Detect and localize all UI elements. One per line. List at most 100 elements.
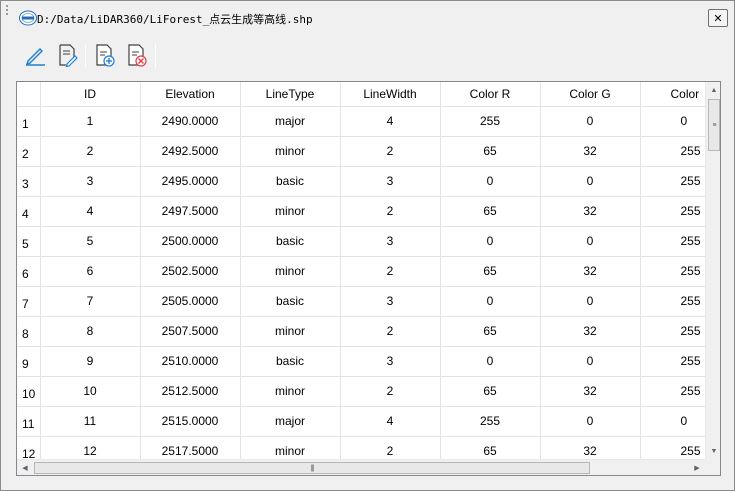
cell-color-b[interactable]: 255 xyxy=(640,226,705,257)
cell-linetype[interactable]: basic xyxy=(240,226,341,257)
cell-elevation[interactable]: 2507.5000 xyxy=(140,316,241,347)
cell-linewidth[interactable]: 2 xyxy=(340,196,441,227)
cell-color-g[interactable]: 32 xyxy=(540,136,641,167)
table-row[interactable]: 10 10 2512.5000 minor 2 65 32 255 xyxy=(17,376,705,407)
cell-elevation[interactable]: 2502.5000 xyxy=(140,256,241,287)
cell-color-r[interactable]: 65 xyxy=(440,436,541,459)
cell-linetype[interactable]: minor xyxy=(240,136,341,167)
vertical-scrollbar[interactable]: ▲ ≡ ▼ xyxy=(705,82,720,459)
table-row[interactable]: 1 1 2490.0000 major 4 255 0 0 xyxy=(17,106,705,137)
cell-color-b[interactable]: 255 xyxy=(640,316,705,347)
cell-linetype[interactable]: major xyxy=(240,406,341,437)
add-field-button[interactable] xyxy=(93,43,117,67)
cell-linewidth[interactable]: 3 xyxy=(340,226,441,257)
column-header-color-b[interactable]: Color xyxy=(640,82,705,107)
cell-color-g[interactable]: 0 xyxy=(540,286,641,317)
table-row[interactable]: 11 11 2515.0000 major 4 255 0 0 xyxy=(17,406,705,437)
cell-linewidth[interactable]: 4 xyxy=(340,106,441,137)
table-row[interactable]: 12 12 2517.5000 minor 2 65 32 255 xyxy=(17,436,705,459)
row-header[interactable]: 8 xyxy=(17,316,41,347)
cell-color-g[interactable]: 32 xyxy=(540,196,641,227)
table-row[interactable]: 6 6 2502.5000 minor 2 65 32 255 xyxy=(17,256,705,287)
cell-linetype[interactable]: basic xyxy=(240,346,341,377)
cell-color-r[interactable]: 255 xyxy=(440,106,541,137)
cell-color-b[interactable]: 0 xyxy=(640,406,705,437)
column-header-color-r[interactable]: Color R xyxy=(440,82,541,107)
cell-color-r[interactable]: 65 xyxy=(440,136,541,167)
table-row[interactable]: 3 3 2495.0000 basic 3 0 0 255 xyxy=(17,166,705,197)
cell-linetype[interactable]: minor xyxy=(240,376,341,407)
cell-elevation[interactable]: 2517.5000 xyxy=(140,436,241,459)
cell-linetype[interactable]: basic xyxy=(240,286,341,317)
cell-id[interactable]: 2 xyxy=(40,136,141,167)
cell-elevation[interactable]: 2492.5000 xyxy=(140,136,241,167)
cell-color-r[interactable]: 0 xyxy=(440,166,541,197)
delete-field-button[interactable] xyxy=(125,43,149,67)
cell-id[interactable]: 11 xyxy=(40,406,141,437)
row-header[interactable]: 9 xyxy=(17,346,41,377)
close-button[interactable]: ✕ xyxy=(708,9,728,27)
cell-color-r[interactable]: 65 xyxy=(440,376,541,407)
cell-color-b[interactable]: 0 xyxy=(640,106,705,137)
cell-color-b[interactable]: 255 xyxy=(640,436,705,459)
cell-color-b[interactable]: 255 xyxy=(640,166,705,197)
cell-color-r[interactable]: 0 xyxy=(440,346,541,377)
cell-color-b[interactable]: 255 xyxy=(640,136,705,167)
cell-elevation[interactable]: 2505.0000 xyxy=(140,286,241,317)
cell-elevation[interactable]: 2512.5000 xyxy=(140,376,241,407)
cell-color-r[interactable]: 0 xyxy=(440,286,541,317)
cell-linewidth[interactable]: 2 xyxy=(340,376,441,407)
horizontal-scrollbar[interactable]: ◀ ||| ▶ xyxy=(17,459,705,475)
cell-linewidth[interactable]: 3 xyxy=(340,346,441,377)
cell-linewidth[interactable]: 4 xyxy=(340,406,441,437)
cell-color-b[interactable]: 255 xyxy=(640,286,705,317)
edit-attributes-button[interactable] xyxy=(55,43,79,67)
row-header[interactable]: 4 xyxy=(17,196,41,227)
cell-id[interactable]: 6 xyxy=(40,256,141,287)
cell-id[interactable]: 5 xyxy=(40,226,141,257)
scroll-right-arrow-icon[interactable]: ▶ xyxy=(689,460,705,475)
row-header[interactable]: 5 xyxy=(17,226,41,257)
cell-color-b[interactable]: 255 xyxy=(640,256,705,287)
cell-color-g[interactable]: 0 xyxy=(540,346,641,377)
row-header[interactable]: 3 xyxy=(17,166,41,197)
cell-elevation[interactable]: 2515.0000 xyxy=(140,406,241,437)
cell-linetype[interactable]: major xyxy=(240,106,341,137)
cell-linewidth[interactable]: 3 xyxy=(340,286,441,317)
table-row[interactable]: 5 5 2500.0000 basic 3 0 0 255 xyxy=(17,226,705,257)
vertical-scroll-thumb[interactable]: ≡ xyxy=(708,99,720,151)
cell-color-g[interactable]: 0 xyxy=(540,226,641,257)
cell-elevation[interactable]: 2490.0000 xyxy=(140,106,241,137)
table-row[interactable]: 9 9 2510.0000 basic 3 0 0 255 xyxy=(17,346,705,377)
cell-color-g[interactable]: 32 xyxy=(540,256,641,287)
cell-color-b[interactable]: 255 xyxy=(640,196,705,227)
cell-color-g[interactable]: 0 xyxy=(540,406,641,437)
cell-id[interactable]: 8 xyxy=(40,316,141,347)
column-header-id[interactable]: ID xyxy=(40,82,141,107)
cell-color-g[interactable]: 32 xyxy=(540,376,641,407)
cell-color-g[interactable]: 0 xyxy=(540,106,641,137)
cell-id[interactable]: 4 xyxy=(40,196,141,227)
cell-color-r[interactable]: 65 xyxy=(440,316,541,347)
table-row[interactable]: 4 4 2497.5000 minor 2 65 32 255 xyxy=(17,196,705,227)
cell-color-g[interactable]: 32 xyxy=(540,436,641,459)
table-row[interactable]: 8 8 2507.5000 minor 2 65 32 255 xyxy=(17,316,705,347)
cell-linewidth[interactable]: 2 xyxy=(340,136,441,167)
cell-elevation[interactable]: 2497.5000 xyxy=(140,196,241,227)
cell-color-b[interactable]: 255 xyxy=(640,376,705,407)
cell-linetype[interactable]: minor xyxy=(240,436,341,459)
row-header[interactable]: 12 xyxy=(17,436,41,459)
scroll-left-arrow-icon[interactable]: ◀ xyxy=(17,460,33,475)
column-header-color-g[interactable]: Color G xyxy=(540,82,641,107)
scroll-down-arrow-icon[interactable]: ▼ xyxy=(706,443,720,459)
cell-color-g[interactable]: 0 xyxy=(540,166,641,197)
corner-cell[interactable] xyxy=(17,82,41,107)
table-row[interactable]: 2 2 2492.5000 minor 2 65 32 255 xyxy=(17,136,705,167)
edit-pencil-button[interactable] xyxy=(23,43,47,67)
attribute-table[interactable]: ID Elevation LineType LineWidth Color R … xyxy=(16,81,721,476)
cell-color-b[interactable]: 255 xyxy=(640,346,705,377)
column-header-linetype[interactable]: LineType xyxy=(240,82,341,107)
row-header[interactable]: 6 xyxy=(17,256,41,287)
cell-elevation[interactable]: 2510.0000 xyxy=(140,346,241,377)
cell-linewidth[interactable]: 2 xyxy=(340,436,441,459)
